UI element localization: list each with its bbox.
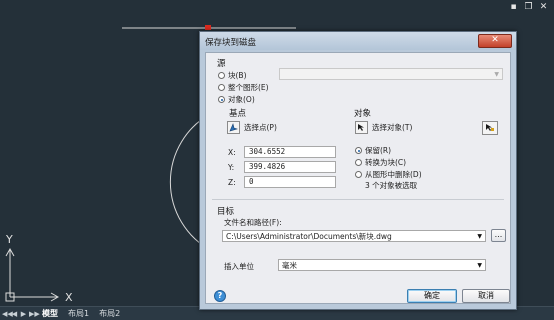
radio-label: 整个图形(E) [228,83,269,92]
close-icon: ✕ [491,35,499,45]
radio-label: 块(B) [228,71,247,80]
last-tab-icon[interactable]: ▶▶ [29,310,40,318]
block-name-combo[interactable]: ▼ [279,68,503,80]
file-path-label: 文件名和路径(F): [224,218,282,227]
base-x-input[interactable]: 304.6552 [244,146,336,158]
dialog-title: 保存块到磁盘 [205,38,257,48]
file-path-combo[interactable]: C:\Users\Administrator\Documents\新块.dwg … [222,230,486,242]
base-z-input[interactable]: 0 [244,176,336,188]
radio-indicator [355,147,362,154]
source-group-title: 源 [217,59,226,69]
radio-label: 从图形中删除(D) [365,170,422,179]
cancel-button[interactable]: 取消 [462,289,510,303]
quick-select-icon [485,123,495,134]
axis-x-label: X [65,291,73,304]
select-objects-button[interactable]: 选择对象(T) [355,121,412,134]
objects-radio-convert[interactable]: 转换为块(C) [355,157,406,168]
divider [212,199,504,200]
pick-point-icon [227,121,240,134]
chevron-down-icon: ▼ [477,262,482,269]
chevron-down-icon: ▼ [477,233,482,240]
pick-point-button[interactable]: 选择点(P) [227,121,277,134]
select-objects-icon [355,121,368,134]
target-group-title: 目标 [217,207,235,217]
x-label: X: [228,148,236,157]
combo-value: 毫米 [282,261,297,270]
base-y-input[interactable]: 399.4826 [244,161,336,173]
ok-button[interactable]: 确定 [407,289,457,303]
tab-layout1[interactable]: 布局1 [64,308,93,319]
dialog-titlebar[interactable]: 保存块到磁盘 ✕ [200,32,516,50]
base-point-group-title: 基点 [229,109,247,119]
source-radio-block[interactable]: 块(B) [218,70,247,81]
prev-tab-icon[interactable]: ◀ [11,310,18,318]
source-radio-entire-drawing[interactable]: 整个图形(E) [218,82,269,93]
radio-label: 转换为块(C) [365,158,407,167]
radio-indicator [218,96,225,103]
ucs-icon [5,247,60,302]
wblock-dialog: 保存块到磁盘 ✕ 源 块(B) 整个图形(E) 对象(O) ▼ 基点 选择点(P… [199,31,517,310]
close-icon[interactable]: ✕ [539,2,548,12]
next-tab-icon[interactable]: ▶ [20,310,27,318]
restore-icon[interactable]: ❐ [524,2,533,12]
tab-model[interactable]: 模型 [38,308,62,319]
pick-point-label: 选择点(P) [244,123,277,132]
window-controls: ▪ ❐ ✕ [509,2,548,12]
first-tab-icon[interactable]: ◀◀ [2,310,13,318]
select-objects-label: 选择对象(T) [372,123,413,132]
insert-units-select[interactable]: 毫米 ▼ [278,259,486,271]
grip-point [205,25,211,30]
dialog-close-button[interactable]: ✕ [478,34,512,48]
z-label: Z: [228,178,236,187]
y-label: Y: [228,163,235,172]
chevron-down-icon: ▼ [494,71,499,78]
quick-select-button[interactable] [482,121,498,135]
radio-indicator [218,84,225,91]
radio-indicator [355,159,362,166]
help-button[interactable]: ? [214,290,226,302]
dialog-body: 源 块(B) 整个图形(E) 对象(O) ▼ 基点 选择点(P) X: 304.… [205,52,511,304]
radio-indicator [218,72,225,79]
objects-group-title: 对象 [354,109,372,119]
radio-label: 对象(O) [228,95,255,104]
radio-indicator [355,171,362,178]
radio-label: 保留(R) [365,146,392,155]
source-radio-objects[interactable]: 对象(O) [218,94,255,105]
browse-button[interactable]: ... [491,229,506,242]
objects-radio-delete[interactable]: 从图形中删除(D) [355,169,422,180]
tab-layout2[interactable]: 布局2 [95,308,124,319]
objects-status: 3 个对象被选取 [365,181,418,190]
minimize-icon[interactable]: ▪ [509,2,518,12]
combo-value: C:\Users\Administrator\Documents\新块.dwg [226,232,392,241]
axis-y-label: Y [6,233,13,246]
help-icon: ? [217,291,223,300]
objects-radio-retain[interactable]: 保留(R) [355,145,391,156]
insert-units-label: 插入单位 [224,262,254,271]
